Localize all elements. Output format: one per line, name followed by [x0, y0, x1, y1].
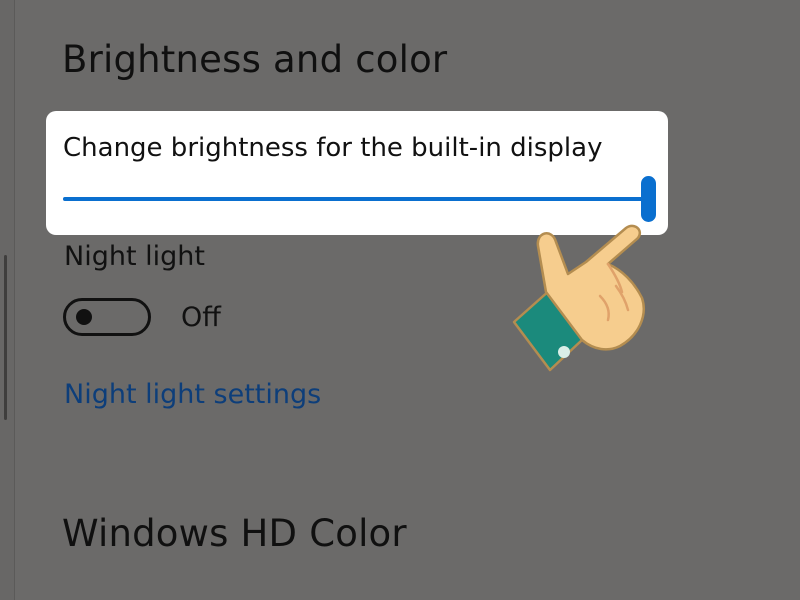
night-light-settings-link[interactable]: Night light settings: [64, 379, 321, 410]
brightness-slider-fill: [63, 197, 649, 201]
section-title-brightness: Brightness and color: [62, 38, 448, 81]
left-scroll-rail: [0, 0, 15, 600]
night-light-toggle[interactable]: [63, 298, 151, 336]
night-light-toggle-state: Off: [181, 302, 221, 333]
toggle-knob: [76, 309, 92, 325]
brightness-label: Change brightness for the built-in displ…: [63, 133, 603, 163]
pointing-hand-icon: [512, 224, 645, 372]
brightness-slider[interactable]: [63, 176, 656, 222]
section-title-windows-hd-color: Windows HD Color: [62, 512, 407, 555]
night-light-label: Night light: [64, 241, 205, 272]
scrollbar-thumb[interactable]: [4, 255, 7, 420]
